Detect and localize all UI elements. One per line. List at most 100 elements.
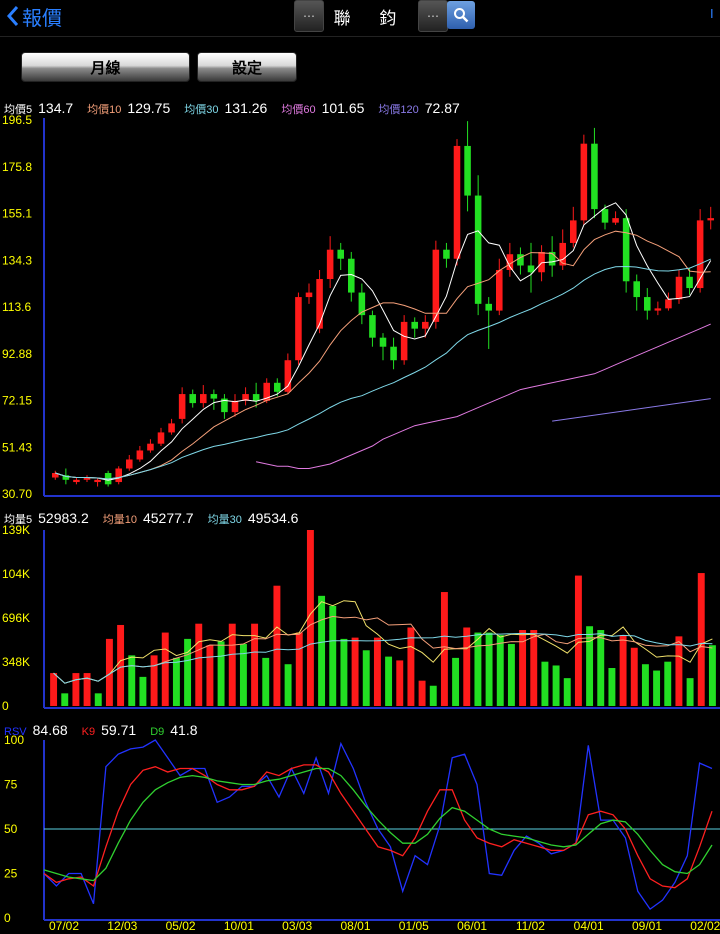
candle-body xyxy=(422,321,429,329)
d9-line xyxy=(43,767,713,882)
volume-bar xyxy=(496,635,504,706)
candle-body xyxy=(400,321,408,361)
volume-bar xyxy=(507,643,515,706)
candle-body xyxy=(622,218,630,282)
volume-tick-label: 348K xyxy=(2,655,30,669)
x-tick-label: 05/02 xyxy=(166,919,196,933)
x-tick-label: 10/01 xyxy=(224,919,254,933)
price-tick-label: 72.15 xyxy=(2,394,32,408)
kd-tick-label: 0 xyxy=(4,911,11,925)
volume-bar xyxy=(418,680,426,706)
candle-body xyxy=(210,394,218,399)
volume-bar xyxy=(452,657,460,706)
candle-body xyxy=(580,143,588,221)
volume-tick-label: 139K xyxy=(2,523,30,537)
price-tick-label: 51.43 xyxy=(2,440,32,454)
volume-tick-label: 104K xyxy=(2,567,30,581)
candle-body xyxy=(633,281,640,298)
volume-bar xyxy=(72,673,80,706)
volume-bar xyxy=(708,645,716,706)
volume-bar xyxy=(295,632,303,706)
x-tick-label: 03/03 xyxy=(282,919,312,933)
candle-body xyxy=(189,394,196,404)
volume-bar xyxy=(139,676,147,706)
candle-body xyxy=(686,276,693,289)
volume-bar xyxy=(541,661,549,706)
x-tick-label: 07/02 xyxy=(49,919,79,933)
candle-body xyxy=(73,479,80,483)
volume-bar xyxy=(396,660,404,706)
volume-bar xyxy=(429,685,437,706)
volume-bar xyxy=(563,678,571,706)
price-tick-label: 155.1 xyxy=(2,207,32,221)
volume-bar xyxy=(664,661,672,706)
candle-body xyxy=(411,321,418,329)
candle-body xyxy=(115,468,122,483)
volume-bar xyxy=(407,627,415,706)
volume-bar xyxy=(217,641,225,706)
price-tick-label: 134.3 xyxy=(2,253,32,267)
candle-body xyxy=(178,394,186,419)
k9-line xyxy=(43,764,713,889)
volume-bar xyxy=(686,678,694,706)
candle-body xyxy=(284,360,292,392)
price-tick-label: 175.8 xyxy=(2,160,32,174)
volume-bar xyxy=(597,630,605,706)
ma120-line xyxy=(552,398,711,422)
price-tick-label: 30.70 xyxy=(2,487,32,501)
volume-bar xyxy=(385,656,393,706)
stock-chart: 196.5 175.8 155.1 134.3 113.6 92.88 72.15 51.43… xyxy=(2,113,720,933)
x-tick-label: 04/01 xyxy=(574,919,604,933)
kd-tick-label: 75 xyxy=(4,778,18,792)
volume-tick-label: 0 xyxy=(2,699,9,713)
candle-body xyxy=(474,195,482,304)
kd-tick-label: 50 xyxy=(4,822,18,836)
candle-body xyxy=(94,479,101,483)
candle-body xyxy=(601,209,609,223)
volume-bar xyxy=(463,627,471,706)
candle-body xyxy=(369,315,376,338)
volume-bar xyxy=(61,693,69,706)
candle-body xyxy=(316,279,323,329)
volume-bar xyxy=(50,673,58,706)
x-tick-label: 09/01 xyxy=(632,919,662,933)
x-tick-label: 01/05 xyxy=(399,919,429,933)
volume-bar xyxy=(94,693,102,706)
volume-bar xyxy=(195,623,203,706)
candle-body xyxy=(485,303,492,311)
candle-body xyxy=(305,292,313,298)
volume-bar xyxy=(273,585,281,706)
volume-bar xyxy=(530,630,538,706)
candle-body xyxy=(443,249,450,259)
price-tick-label: 196.5 xyxy=(2,113,32,127)
volume-bar xyxy=(161,632,169,706)
volume-bar xyxy=(362,650,370,706)
ma60-line xyxy=(255,323,711,469)
volume-bar xyxy=(117,624,125,706)
candle-body xyxy=(559,242,566,266)
rsv-line xyxy=(43,739,713,911)
x-tick-label: 02/02 xyxy=(690,919,720,933)
volume-bar xyxy=(284,664,292,706)
candle-body xyxy=(675,276,683,300)
candle-body xyxy=(665,299,672,309)
volume-bar xyxy=(675,636,683,706)
volume-bar xyxy=(474,632,482,706)
candle-body xyxy=(390,346,397,361)
candle-body xyxy=(570,220,577,243)
candle-body xyxy=(157,432,165,444)
volume-bar xyxy=(485,632,493,706)
volume-bar xyxy=(608,668,616,706)
candle-body xyxy=(707,218,714,221)
kd-tick-label: 100 xyxy=(4,733,24,747)
candle-body xyxy=(295,297,302,361)
volume-bar xyxy=(697,573,705,706)
candle-body xyxy=(326,249,334,280)
volume-bar xyxy=(373,637,381,706)
volume-bar xyxy=(329,605,337,706)
candle-body xyxy=(612,218,619,223)
volume-tick-label: 696K xyxy=(2,611,30,625)
candle-body xyxy=(147,443,154,451)
candle-body xyxy=(464,145,471,196)
volume-bar xyxy=(574,575,582,706)
